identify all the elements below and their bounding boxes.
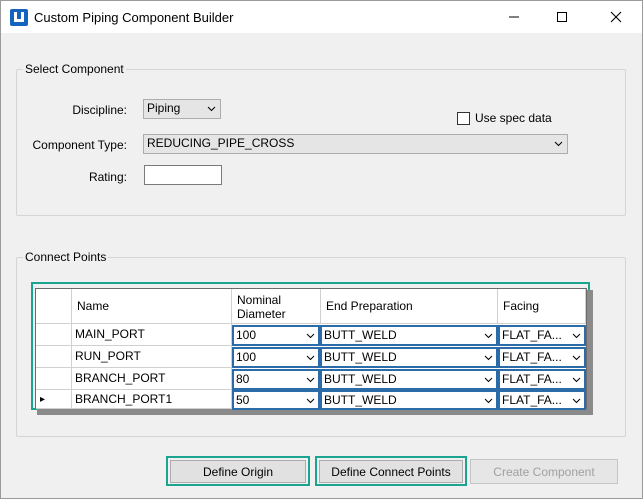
rating-input[interactable] (144, 165, 222, 185)
diameter-select[interactable]: 50 (232, 390, 320, 410)
chevron-down-icon (484, 333, 493, 339)
end-prep-select[interactable]: BUTT_WELD (320, 347, 498, 368)
discipline-value: Piping (147, 101, 181, 115)
diameter-value: 80 (236, 372, 250, 386)
chevron-down-icon (306, 398, 315, 404)
define-origin-button[interactable]: Define Origin (170, 460, 306, 483)
window-title: Custom Piping Component Builder (34, 10, 234, 25)
end-prep-value: BUTT_WELD (324, 328, 397, 342)
chevron-down-icon (306, 333, 315, 339)
discipline-select[interactable]: Piping (143, 99, 221, 119)
connect-points-legend: Connect Points (23, 250, 109, 264)
maximize-button[interactable] (539, 1, 585, 33)
row-header[interactable] (36, 368, 72, 390)
chevron-down-icon (484, 398, 493, 404)
facing-value: FLAT_FA... (502, 372, 562, 386)
col-header-end-preparation[interactable]: End Preparation (321, 289, 498, 324)
diameter-select[interactable]: 100 (232, 325, 320, 346)
col-header-diameter-line1: Nominal (237, 293, 282, 307)
chevron-down-icon (484, 355, 493, 361)
row-header[interactable] (36, 346, 72, 368)
diameter-value: 50 (236, 393, 250, 407)
app-icon (10, 9, 28, 26)
facing-value: FLAT_FA... (502, 393, 562, 407)
diameter-select[interactable]: 100 (232, 347, 320, 368)
row-header[interactable] (36, 324, 72, 346)
facing-select[interactable]: FLAT_FA... (498, 347, 586, 368)
rating-label: Rating: (88, 170, 127, 184)
col-header-facing[interactable]: Facing (498, 289, 586, 324)
create-component-button[interactable]: Create Component (470, 459, 618, 484)
col-header-name[interactable]: Name (72, 289, 232, 324)
chevron-down-icon (207, 106, 216, 112)
current-row-arrow-icon: ▸ (40, 394, 46, 405)
discipline-label: Discipline: (72, 103, 127, 117)
end-prep-value: BUTT_WELD (324, 350, 397, 364)
diameter-value: 100 (236, 328, 257, 342)
chevron-down-icon (572, 398, 581, 404)
use-spec-checkbox[interactable] (457, 112, 470, 125)
chevron-down-icon (306, 377, 315, 383)
diameter-value: 100 (236, 350, 257, 364)
component-type-value: REDUCING_PIPE_CROSS (147, 136, 295, 150)
row-header-current[interactable]: ▸ (36, 390, 72, 409)
connect-points-grid[interactable]: Name Nominal Diameter End Preparation Fa… (35, 288, 587, 410)
chevron-down-icon (572, 333, 581, 339)
title-bar: Custom Piping Component Builder (1, 1, 642, 33)
dialog-window: Custom Piping Component Builder Select C… (0, 0, 643, 499)
select-component-legend: Select Component (23, 62, 126, 76)
chevron-down-icon (572, 377, 581, 383)
use-spec-label[interactable]: Use spec data (475, 111, 552, 125)
component-type-select[interactable]: REDUCING_PIPE_CROSS (143, 134, 568, 154)
close-button[interactable] (593, 1, 639, 33)
chevron-down-icon (554, 141, 563, 147)
facing-select[interactable]: FLAT_FA... (498, 390, 586, 410)
component-type-label: Component Type: (32, 138, 127, 152)
col-header-diameter[interactable]: Nominal Diameter (232, 289, 321, 324)
facing-value: FLAT_FA... (502, 350, 562, 364)
grid-corner (36, 289, 72, 324)
facing-select[interactable]: FLAT_FA... (498, 325, 586, 346)
minimize-icon (509, 16, 519, 18)
cell-name[interactable]: MAIN_PORT (72, 324, 232, 346)
facing-value: FLAT_FA... (502, 328, 562, 342)
end-prep-value: BUTT_WELD (324, 393, 397, 407)
end-prep-select[interactable]: BUTT_WELD (320, 369, 498, 390)
define-connect-points-button[interactable]: Define Connect Points (319, 460, 463, 483)
end-prep-select[interactable]: BUTT_WELD (320, 390, 498, 410)
facing-select[interactable]: FLAT_FA... (498, 369, 586, 390)
diameter-select[interactable]: 80 (232, 369, 320, 390)
close-icon (610, 11, 622, 23)
chevron-down-icon (306, 355, 315, 361)
cell-name[interactable]: BRANCH_PORT (72, 368, 232, 390)
minimize-button[interactable] (491, 1, 537, 33)
chevron-down-icon (572, 355, 581, 361)
end-prep-select[interactable]: BUTT_WELD (320, 325, 498, 346)
maximize-icon (557, 12, 567, 22)
chevron-down-icon (484, 377, 493, 383)
cell-name[interactable]: RUN_PORT (72, 346, 232, 368)
col-header-diameter-line2: Diameter (237, 307, 286, 321)
end-prep-value: BUTT_WELD (324, 372, 397, 386)
cell-name[interactable]: BRANCH_PORT1 (72, 390, 232, 409)
